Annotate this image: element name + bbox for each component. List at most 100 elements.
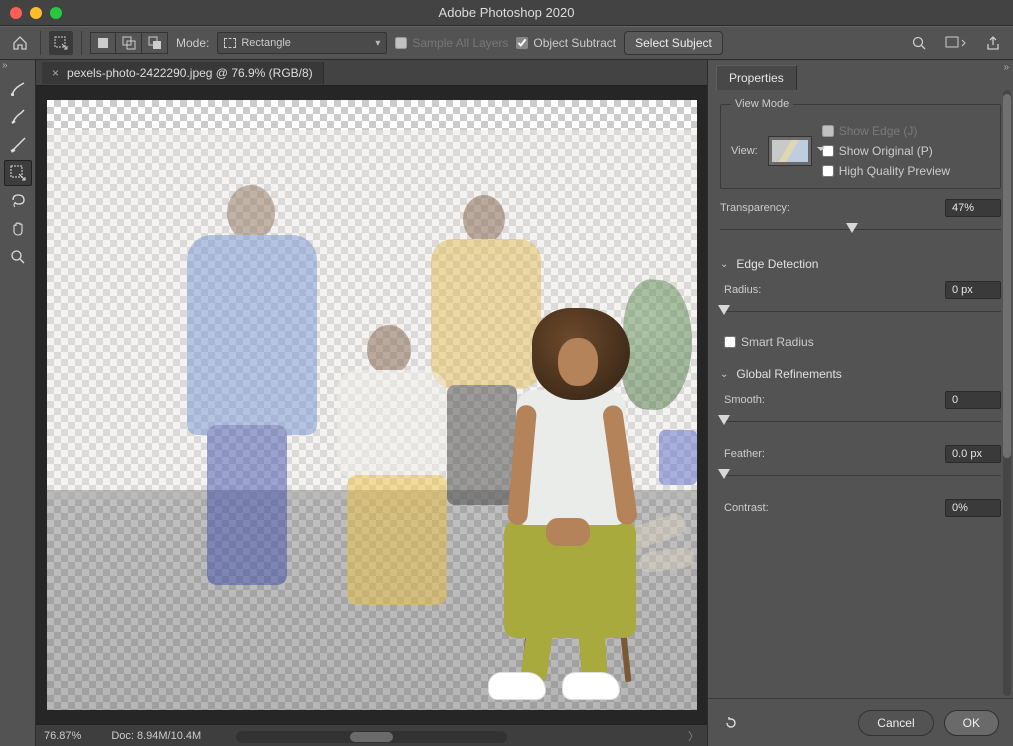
- radius-value[interactable]: 0 px: [945, 281, 1001, 299]
- view-thumbnail-icon: [772, 140, 808, 162]
- slider-thumb-icon[interactable]: [718, 415, 730, 425]
- mode-value: Rectangle: [241, 37, 291, 49]
- divider: [81, 31, 82, 55]
- transparency-slider[interactable]: [720, 221, 1001, 239]
- show-original-checkbox[interactable]: Show Original (P): [822, 144, 950, 158]
- share-button[interactable]: [981, 31, 1005, 55]
- properties-body: View Mode View: Show Edge (J) Show Origi…: [708, 90, 1013, 698]
- status-bar: 76.87% Doc: 8.94M/10.4M 〉: [36, 724, 707, 746]
- high-quality-checkbox[interactable]: High Quality Preview: [822, 164, 950, 178]
- search-button[interactable]: [907, 31, 931, 55]
- feather-slider[interactable]: [724, 467, 1001, 485]
- image-content: [47, 100, 697, 710]
- status-doc[interactable]: Doc: 8.94M/10.4M: [111, 730, 201, 742]
- status-zoom[interactable]: 76.87%: [44, 730, 81, 742]
- select-subject-button[interactable]: Select Subject: [624, 31, 723, 55]
- expand-toolbar-icon[interactable]: »: [2, 60, 8, 71]
- add-to-selection-button[interactable]: [116, 32, 142, 54]
- titlebar: Adobe Photoshop 2020: [0, 0, 1013, 26]
- lasso-tool[interactable]: [4, 188, 32, 214]
- new-selection-button[interactable]: [90, 32, 116, 54]
- chevron-down-icon: ⌄: [720, 369, 728, 380]
- brush-tool-3[interactable]: [4, 132, 32, 158]
- slider-thumb-icon[interactable]: [718, 305, 730, 315]
- maximize-window-icon[interactable]: [50, 7, 62, 19]
- show-edge-input[interactable]: [822, 125, 834, 137]
- minimize-window-icon[interactable]: [30, 7, 42, 19]
- object-subtract-label: Object Subtract: [533, 36, 616, 50]
- view-label: View:: [731, 145, 758, 157]
- smart-radius-checkbox[interactable]: Smart Radius: [724, 335, 1001, 349]
- object-subtract-input[interactable]: [516, 37, 528, 49]
- window-controls: [0, 7, 62, 19]
- zoom-tool[interactable]: [4, 244, 32, 270]
- reset-button[interactable]: [722, 714, 740, 732]
- global-refinements-header[interactable]: ⌄ Global Refinements: [720, 367, 1001, 381]
- show-original-label: Show Original (P): [839, 144, 933, 158]
- high-quality-label: High Quality Preview: [839, 164, 950, 178]
- show-edge-checkbox[interactable]: Show Edge (J): [822, 124, 950, 138]
- document-area: × pexels-photo-2422290.jpeg @ 76.9% (RGB…: [36, 60, 707, 746]
- selection-mode-group: [90, 32, 168, 54]
- current-tool-icon[interactable]: [49, 31, 73, 55]
- subtract-from-selection-button[interactable]: [142, 32, 168, 54]
- brush-tool-1[interactable]: [4, 76, 32, 102]
- horizontal-scrollbar-thumb[interactable]: [350, 732, 393, 742]
- status-caret-icon[interactable]: 〉: [688, 728, 699, 744]
- cancel-button[interactable]: Cancel: [858, 710, 933, 736]
- smart-radius-input[interactable]: [724, 336, 736, 348]
- panel-tab-row: Properties: [708, 60, 1013, 90]
- sample-all-layers-input[interactable]: [395, 37, 407, 49]
- collapse-panel-icon[interactable]: »: [1003, 62, 1009, 73]
- contrast-label: Contrast:: [724, 502, 769, 514]
- app-title: Adobe Photoshop 2020: [0, 5, 1013, 20]
- contrast-value[interactable]: 0%: [945, 499, 1001, 517]
- transparency-value[interactable]: 47%: [945, 199, 1001, 217]
- properties-tab[interactable]: Properties: [716, 65, 797, 90]
- object-selection-tool[interactable]: [4, 160, 32, 186]
- canvas-viewport[interactable]: [36, 86, 707, 724]
- properties-scrollbar-thumb[interactable]: [1003, 94, 1011, 458]
- slider-thumb-icon[interactable]: [718, 469, 730, 479]
- hand-tool[interactable]: [4, 216, 32, 242]
- feather-value[interactable]: 0.0 px: [945, 445, 1001, 463]
- sample-all-layers-checkbox[interactable]: Sample All Layers: [395, 36, 508, 50]
- smart-radius-label: Smart Radius: [741, 335, 814, 349]
- radius-slider[interactable]: [724, 303, 1001, 321]
- feather-label: Feather:: [724, 448, 765, 460]
- view-mode-select[interactable]: [768, 136, 812, 166]
- close-window-icon[interactable]: [10, 7, 22, 19]
- workspace-switcher[interactable]: [939, 31, 973, 55]
- edge-detection-section: ⌄ Edge Detection Radius: 0 px Smart Radi…: [720, 257, 1001, 349]
- smooth-value[interactable]: 0: [945, 391, 1001, 409]
- properties-footer: Cancel OK: [708, 698, 1013, 746]
- edge-detection-header[interactable]: ⌄ Edge Detection: [720, 257, 1001, 271]
- show-edge-label: Show Edge (J): [839, 124, 918, 138]
- radius-label: Radius:: [724, 284, 761, 296]
- chevron-down-icon: ⌄: [720, 259, 728, 270]
- home-button[interactable]: [8, 31, 32, 55]
- properties-panel: » Properties View Mode View: Show Edge (…: [707, 60, 1013, 746]
- global-refinements-title: Global Refinements: [736, 367, 841, 381]
- rectangle-icon: [224, 38, 236, 48]
- sample-all-layers-label: Sample All Layers: [412, 36, 508, 50]
- document-tab-row: × pexels-photo-2422290.jpeg @ 76.9% (RGB…: [36, 60, 707, 86]
- object-subtract-checkbox[interactable]: Object Subtract: [516, 36, 616, 50]
- horizontal-scrollbar[interactable]: [236, 731, 507, 743]
- ok-button[interactable]: OK: [944, 710, 999, 736]
- smooth-label: Smooth:: [724, 394, 765, 406]
- transparency-label: Transparency:: [720, 202, 790, 214]
- slider-thumb-icon[interactable]: [846, 223, 858, 233]
- properties-scrollbar[interactable]: [1003, 90, 1011, 696]
- smooth-slider[interactable]: [724, 413, 1001, 431]
- divider: [40, 31, 41, 55]
- high-quality-input[interactable]: [822, 165, 834, 177]
- brush-tool-2[interactable]: [4, 104, 32, 130]
- canvas[interactable]: [47, 100, 697, 710]
- left-toolbar: »: [0, 60, 36, 746]
- mode-select[interactable]: Rectangle ▾: [217, 32, 387, 54]
- close-tab-icon[interactable]: ×: [52, 66, 59, 80]
- selected-subject: [472, 300, 662, 700]
- document-tab[interactable]: × pexels-photo-2422290.jpeg @ 76.9% (RGB…: [42, 62, 324, 84]
- edge-detection-title: Edge Detection: [736, 257, 818, 271]
